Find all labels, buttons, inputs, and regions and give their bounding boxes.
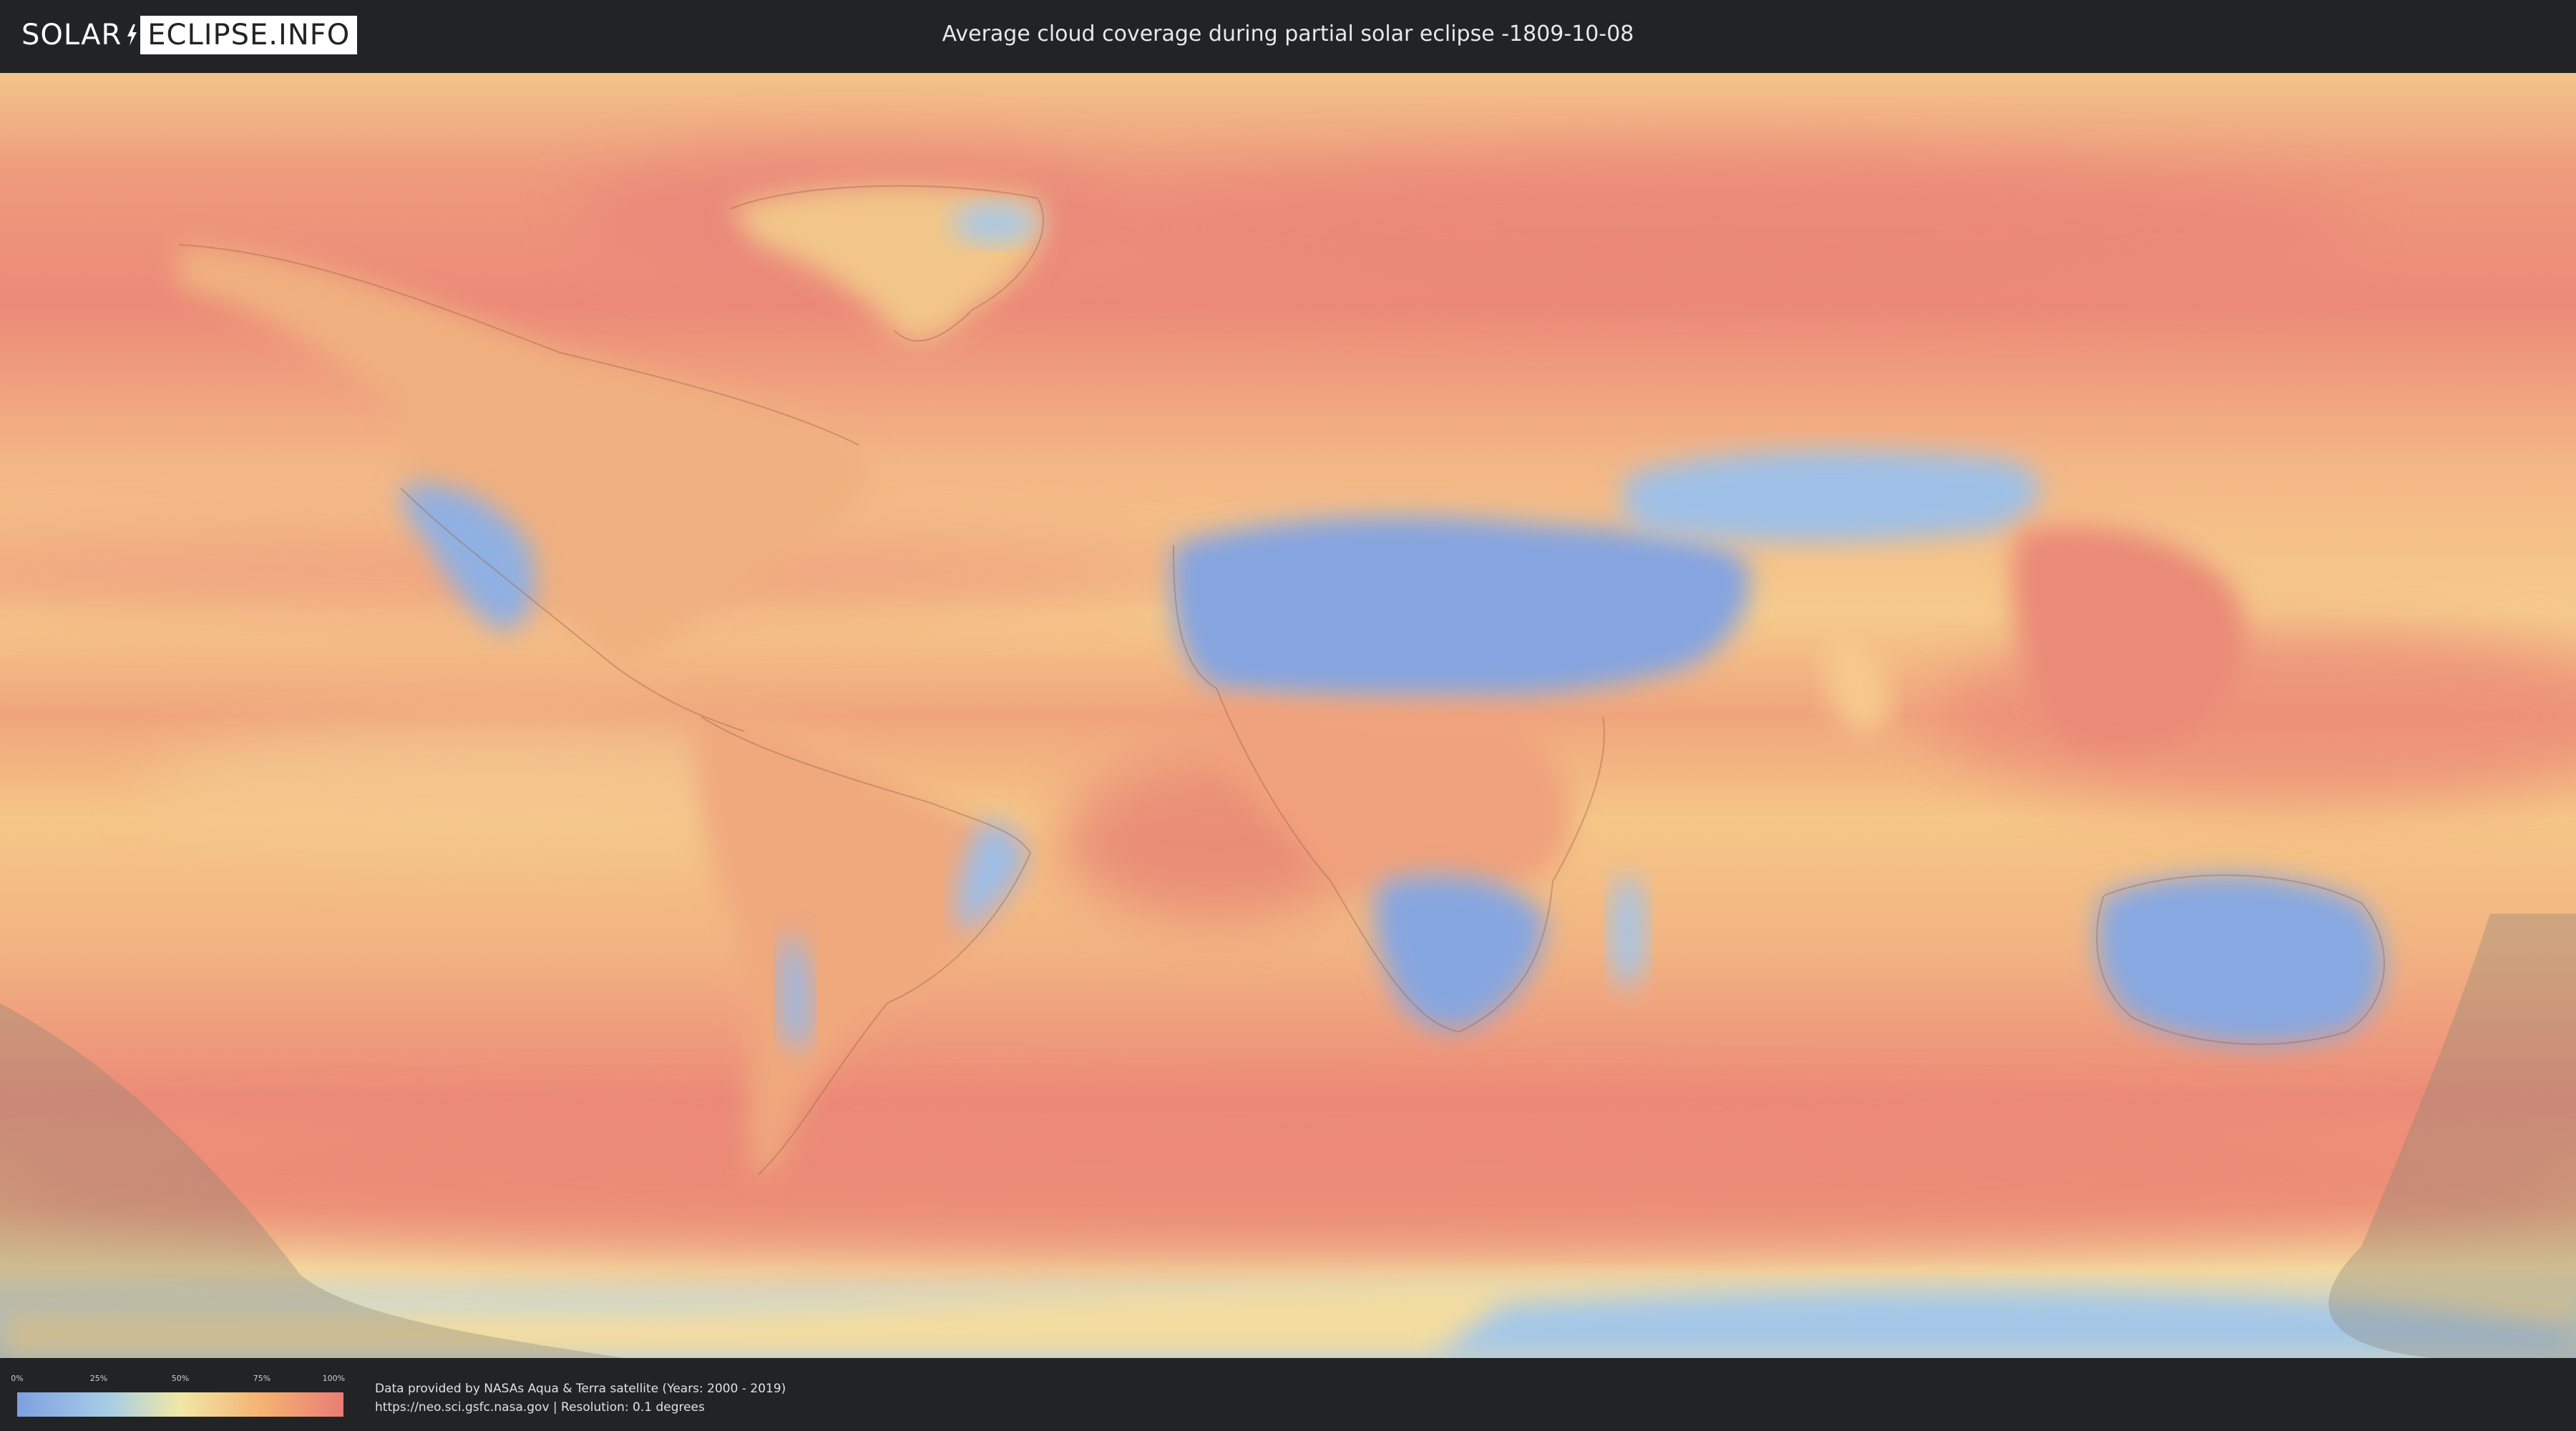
legend-color-bar [17, 1392, 343, 1417]
legend-tick-75: 75% [253, 1374, 271, 1383]
legend-tick-0: 0% [11, 1374, 24, 1383]
data-credits: Data provided by NASAs Aqua & Terra sate… [375, 1379, 786, 1417]
clear-region-sahara-arabia [1171, 517, 1750, 695]
page-title: Average cloud coverage during partial so… [942, 21, 1634, 47]
header: SOLAR ECLIPSE.INFO Average cloud coverag… [0, 0, 2576, 72]
cloud-coverage-legend: 0% 25% 50% 75% 100% [11, 1374, 346, 1417]
map-frame [0, 73, 2576, 1358]
legend-ticks: 0% 25% 50% 75% 100% [11, 1374, 346, 1388]
cloud-coverage-map[interactable] [0, 73, 2576, 1358]
clear-region-madagascar [1610, 874, 1646, 989]
legend-tick-100: 100% [322, 1374, 346, 1383]
credits-line-source: Data provided by NASAs Aqua & Terra sate… [375, 1382, 786, 1396]
greenland-clear-spot [952, 203, 1038, 243]
credits-line-url-resolution[interactable]: https://neo.sci.gsfc.nasa.gov | Resoluti… [375, 1398, 786, 1417]
clear-region-central-asia [1621, 449, 2040, 542]
legend-tick-25: 25% [89, 1374, 108, 1383]
app-root: SOLAR ECLIPSE.INFO Average cloud coverag… [0, 0, 2576, 1431]
legend-tick-50: 50% [171, 1374, 190, 1383]
clear-region-australia [2097, 875, 2385, 1045]
footer: 0% 25% 50% 75% 100% Data provided by NAS… [0, 1358, 2576, 1431]
